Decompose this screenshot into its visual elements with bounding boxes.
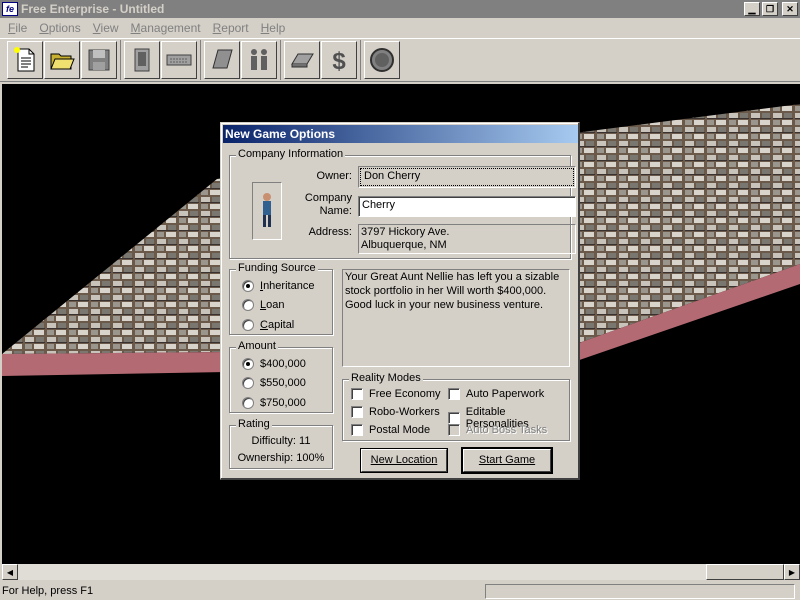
amount-option-750k[interactable]: $750,000 [242,397,306,409]
open-folder-button[interactable] [44,41,80,79]
address-field: 3797 Hickory Ave. Albuquerque, NM [358,224,576,254]
rating-label: Rating [236,418,272,430]
owner-portrait[interactable] [252,182,282,240]
menu-help[interactable]: Help [255,21,292,35]
menu-bar: File Options View Management Report Help [0,18,800,38]
checkbox-auto-paperwork[interactable] [448,388,460,400]
radio-400k[interactable] [242,358,254,370]
globe-button[interactable] [364,41,400,79]
option-postal-mode[interactable]: Postal Mode [351,424,430,436]
company-info-group: Company Information Owner: Don Cherry Co… [229,148,576,259]
globe-icon [370,48,394,72]
radio-loan[interactable] [242,299,254,311]
menu-options[interactable]: Options [33,21,86,35]
address-line-2: Albuquerque, NM [361,239,447,251]
owner-field[interactable]: Don Cherry [358,166,576,188]
new-game-dialog: New Game Options Company Information Own… [220,122,580,480]
open-folder-icon [50,53,75,70]
tile-icon [291,53,314,68]
address-line-1: 3797 Hickory Ave. [361,226,450,238]
rating-group: Rating Difficulty: 11 Ownership: 100% [229,418,333,469]
scroll-left-button[interactable]: ◀ [2,564,18,580]
checkbox-robo-workers[interactable] [351,406,363,418]
amount-option-550k[interactable]: $550,000 [242,377,306,389]
window-titlebar[interactable]: fe Free Enterprise - Untitled ▁ ❐ ✕ [0,0,800,18]
close-button[interactable]: ✕ [782,2,798,16]
keyboard-icon [166,54,192,66]
amount-label: Amount [236,340,278,352]
checkbox-editable-personalities[interactable] [448,412,460,424]
funding-option-loan[interactable]: Loan [242,299,284,311]
funding-option-capital[interactable]: Capital [242,319,294,331]
status-bar: For Help, press F1 [0,582,800,600]
window-title: Free Enterprise - Untitled [21,2,165,16]
checkbox-postal-mode[interactable] [351,424,363,436]
amount-option-400k[interactable]: $400,000 [242,358,306,370]
phone-button[interactable] [124,41,160,79]
keyboard-button[interactable] [161,41,197,79]
option-auto-boss-tasks: Auto Boss Tasks [448,424,547,436]
dollar-button[interactable]: $ [321,41,357,79]
new-document-button[interactable] [7,41,43,79]
company-name-input[interactable]: Cherry [358,196,576,217]
radio-capital[interactable] [242,319,254,331]
app-logo-icon: fe [2,2,18,16]
toolbar: $ [0,38,800,82]
option-auto-paperwork[interactable]: Auto Paperwork [448,388,544,400]
funding-source-label: Funding Source [236,262,318,274]
people-button[interactable] [241,41,277,79]
new-document-icon [14,47,35,72]
save-disk-icon [88,49,110,71]
radio-750k[interactable] [242,397,254,409]
option-free-economy[interactable]: Free Economy [351,388,441,400]
funding-source-group: Funding Source Inheritance Loan Capital [229,262,333,335]
status-help-text: For Help, press F1 [2,585,94,597]
status-pane [485,583,795,599]
owner-value: Don Cherry [360,168,574,186]
company-info-label: Company Information [236,148,346,160]
menu-management[interactable]: Management [125,21,207,35]
menu-view[interactable]: View [87,21,125,35]
minimize-button[interactable]: ▁ [744,2,760,16]
maximize-button[interactable]: ❐ [762,2,778,16]
book-button[interactable] [204,41,240,79]
address-label: Address: [308,226,352,238]
new-location-button[interactable]: New Location [360,448,448,473]
owner-label: Owner: [316,170,352,182]
dialog-title[interactable]: New Game Options [223,125,578,143]
radio-inheritance[interactable] [242,280,254,292]
reality-modes-group: Reality Modes Free Economy Robo-Workers … [342,372,570,441]
funding-description: Your Great Aunt Nellie has left you a si… [342,269,570,367]
horizontal-scrollbar[interactable]: ◀ ▶ [2,564,800,580]
scroll-track[interactable] [18,564,784,580]
option-robo-workers[interactable]: Robo-Workers [351,406,440,418]
funding-option-inheritance[interactable]: Inheritance [242,280,314,292]
dollar-icon: $ [332,48,346,74]
people-icon [251,49,267,70]
book-icon [212,49,233,69]
scroll-thumb[interactable] [706,564,784,580]
phone-icon [134,48,150,72]
reality-modes-label: Reality Modes [349,372,423,384]
checkbox-auto-boss-tasks [448,424,460,436]
menu-report[interactable]: Report [207,21,255,35]
ownership-text: Ownership: 100% [237,452,325,464]
menu-file[interactable]: File [2,21,33,35]
difficulty-text: Difficulty: 11 [251,435,311,447]
person-portrait-icon [263,193,271,227]
company-name-label: Company Name: [304,192,352,217]
checkbox-free-economy[interactable] [351,388,363,400]
radio-550k[interactable] [242,377,254,389]
amount-group: Amount $400,000 $550,000 $750,000 [229,340,333,413]
tile-button[interactable] [284,41,320,79]
save-disk-button[interactable] [81,41,117,79]
svg-text:$: $ [332,48,346,74]
scroll-right-button[interactable]: ▶ [784,564,800,580]
start-game-button[interactable]: Start Game [461,447,553,474]
